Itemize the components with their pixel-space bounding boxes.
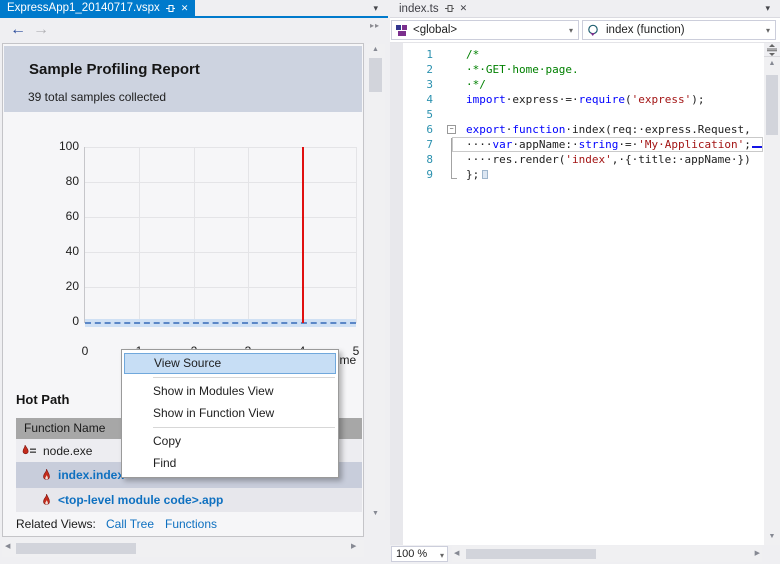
y-tick-40: 40 (65, 244, 79, 258)
editor-pane: index.ts ✕ ▾ <global> ▾ index (function) (390, 0, 780, 564)
functions-link[interactable]: Functions (165, 517, 217, 531)
gridline (248, 147, 249, 323)
close-icon[interactable]: ✕ (460, 4, 468, 13)
right-tab-strip: index.ts ✕ ▾ (390, 0, 780, 18)
hot-path-row-top-level-module[interactable]: <top-level module code>.app (16, 488, 362, 512)
back-arrow-icon[interactable]: ← (10, 21, 26, 39)
gridline (356, 147, 357, 323)
scroll-right-icon[interactable]: ▶ (755, 549, 760, 557)
zoom-level-dropdown[interactable]: 100 % ▾ (391, 546, 448, 562)
tab-list-dropdown-icon[interactable]: ▾ (373, 3, 378, 14)
scrollbar-thumb[interactable] (466, 549, 596, 559)
editor-bottom-bar: 100 % ▾ ◀ ▶ (390, 545, 780, 564)
report-header-band: Sample Profiling Report 39 total samples… (4, 46, 362, 112)
cpu-baseline-series (85, 319, 356, 327)
scroll-left-icon[interactable]: ◀ (454, 549, 459, 557)
scrollbar-thumb[interactable] (766, 75, 778, 135)
cpu-spike-series (302, 147, 304, 323)
chevron-down-icon[interactable]: ▾ (766, 26, 770, 35)
scroll-down-icon[interactable]: ▼ (366, 508, 385, 520)
y-tick-80: 80 (65, 174, 79, 188)
zoom-level-value: 100 % (396, 548, 428, 560)
editor-horizontal-scrollbar[interactable]: ◀ ▶ (452, 546, 762, 562)
navigation-bar: <global> ▾ index (function) ▾ (390, 18, 780, 43)
code-editor[interactable]: 123456789 − /* ·*·GET·home·page. ·*/import… (390, 43, 764, 545)
scrollbar-thumb[interactable] (16, 543, 136, 554)
scroll-down-icon[interactable]: ▼ (764, 531, 780, 543)
line-number-gutter[interactable]: 123456789 (403, 47, 442, 182)
hot-path-root-flame-icon (22, 444, 36, 454)
report-horizontal-scrollbar[interactable]: ◀ ▶ (2, 540, 364, 557)
menu-separator (153, 377, 335, 378)
menu-item-view-source[interactable]: View Source (124, 353, 336, 374)
namespace-icon (396, 24, 407, 36)
report-subtitle: 39 total samples collected (28, 90, 167, 104)
tab-title: index.ts (399, 2, 439, 15)
tab-title: ExpressApp1_20140717.vspx (7, 2, 160, 14)
member-dropdown[interactable]: index (function) ▾ (582, 20, 776, 40)
code-area[interactable]: /* ·*·GET·home·page. ·*/import·express·=·r… (452, 47, 764, 182)
dashed-baseline (85, 322, 356, 324)
menu-item-show-in-function-view[interactable]: Show in Function View (124, 403, 336, 424)
chevron-down-icon[interactable]: ▾ (440, 551, 444, 560)
gridline (194, 147, 195, 323)
member-dropdown-value: index (function) (606, 24, 685, 36)
hot-path-row-label: index.index (58, 468, 125, 482)
gridline (85, 252, 356, 253)
function-icon (588, 24, 598, 36)
pin-icon[interactable] (444, 4, 454, 13)
fold-guide-line (451, 138, 457, 179)
tab-profiling-report[interactable]: ExpressApp1_20140717.vspx ✕ (0, 0, 196, 16)
scroll-up-icon[interactable]: ▲ (366, 44, 385, 56)
flame-icon (43, 493, 50, 505)
scroll-up-icon[interactable]: ▲ (764, 58, 780, 70)
menu-item-copy[interactable]: Copy (124, 431, 336, 452)
vs-document-area: ExpressApp1_20140717.vspx ✕ ▾ ← → ▸▸ Sam… (0, 0, 780, 564)
gridline (85, 182, 356, 183)
scroll-right-icon[interactable]: ▶ (351, 542, 361, 550)
gridline (139, 147, 140, 323)
tab-index-ts[interactable]: index.ts ✕ (392, 0, 475, 17)
scrollbar-thumb[interactable] (369, 58, 382, 92)
gridline (85, 217, 356, 218)
menu-item-show-in-modules-view[interactable]: Show in Modules View (124, 381, 336, 402)
y-tick-60: 60 (65, 209, 79, 223)
context-menu: View Source Show in Modules View Show in… (121, 349, 339, 478)
cpu-usage-chart (84, 147, 357, 327)
report-title: Sample Profiling Report (29, 61, 200, 78)
hot-path-row-label: <top-level module code>.app (58, 493, 224, 507)
y-tick-100: 100 (58, 139, 79, 153)
report-vertical-scrollbar[interactable]: ▲ ▼ (366, 44, 385, 520)
scope-dropdown[interactable]: <global> ▾ (391, 20, 579, 40)
gridline (85, 147, 356, 148)
y-tick-0: 0 (72, 314, 79, 328)
chevron-down-icon[interactable]: ▾ (569, 26, 573, 35)
scroll-left-icon[interactable]: ◀ (5, 542, 15, 550)
toolbar-overflow-icon[interactable]: ▸▸ (370, 21, 380, 30)
profiler-pane: ExpressApp1_20140717.vspx ✕ ▾ ← → ▸▸ Sam… (0, 0, 388, 564)
forward-arrow-icon[interactable]: → (33, 21, 49, 39)
menu-item-find[interactable]: Find (124, 453, 336, 474)
editor-vertical-scrollbar[interactable]: ▲ ▼ (764, 43, 780, 545)
scope-dropdown-value: <global> (413, 24, 458, 36)
gridline (85, 287, 356, 288)
menu-separator (153, 427, 335, 428)
hot-path-row-label: node.exe (43, 443, 93, 458)
hot-path-heading: Hot Path (16, 392, 70, 407)
flame-icon (43, 468, 50, 480)
related-views-label: Related Views: (16, 517, 96, 531)
report-toolbar: ← → ▸▸ (0, 20, 388, 43)
pin-icon[interactable] (165, 4, 175, 13)
close-icon[interactable]: ✕ (181, 3, 189, 13)
x-tick-0: 0 (81, 344, 89, 358)
fold-collapse-icon[interactable]: − (447, 125, 456, 134)
left-tab-strip: ExpressApp1_20140717.vspx ✕ ▾ (0, 0, 388, 18)
y-tick-20: 20 (65, 279, 79, 293)
call-tree-link[interactable]: Call Tree (106, 517, 154, 531)
tab-list-dropdown-icon[interactable]: ▾ (765, 3, 770, 14)
splitter-handle-icon[interactable] (764, 43, 780, 57)
breakpoint-margin[interactable] (390, 43, 403, 545)
